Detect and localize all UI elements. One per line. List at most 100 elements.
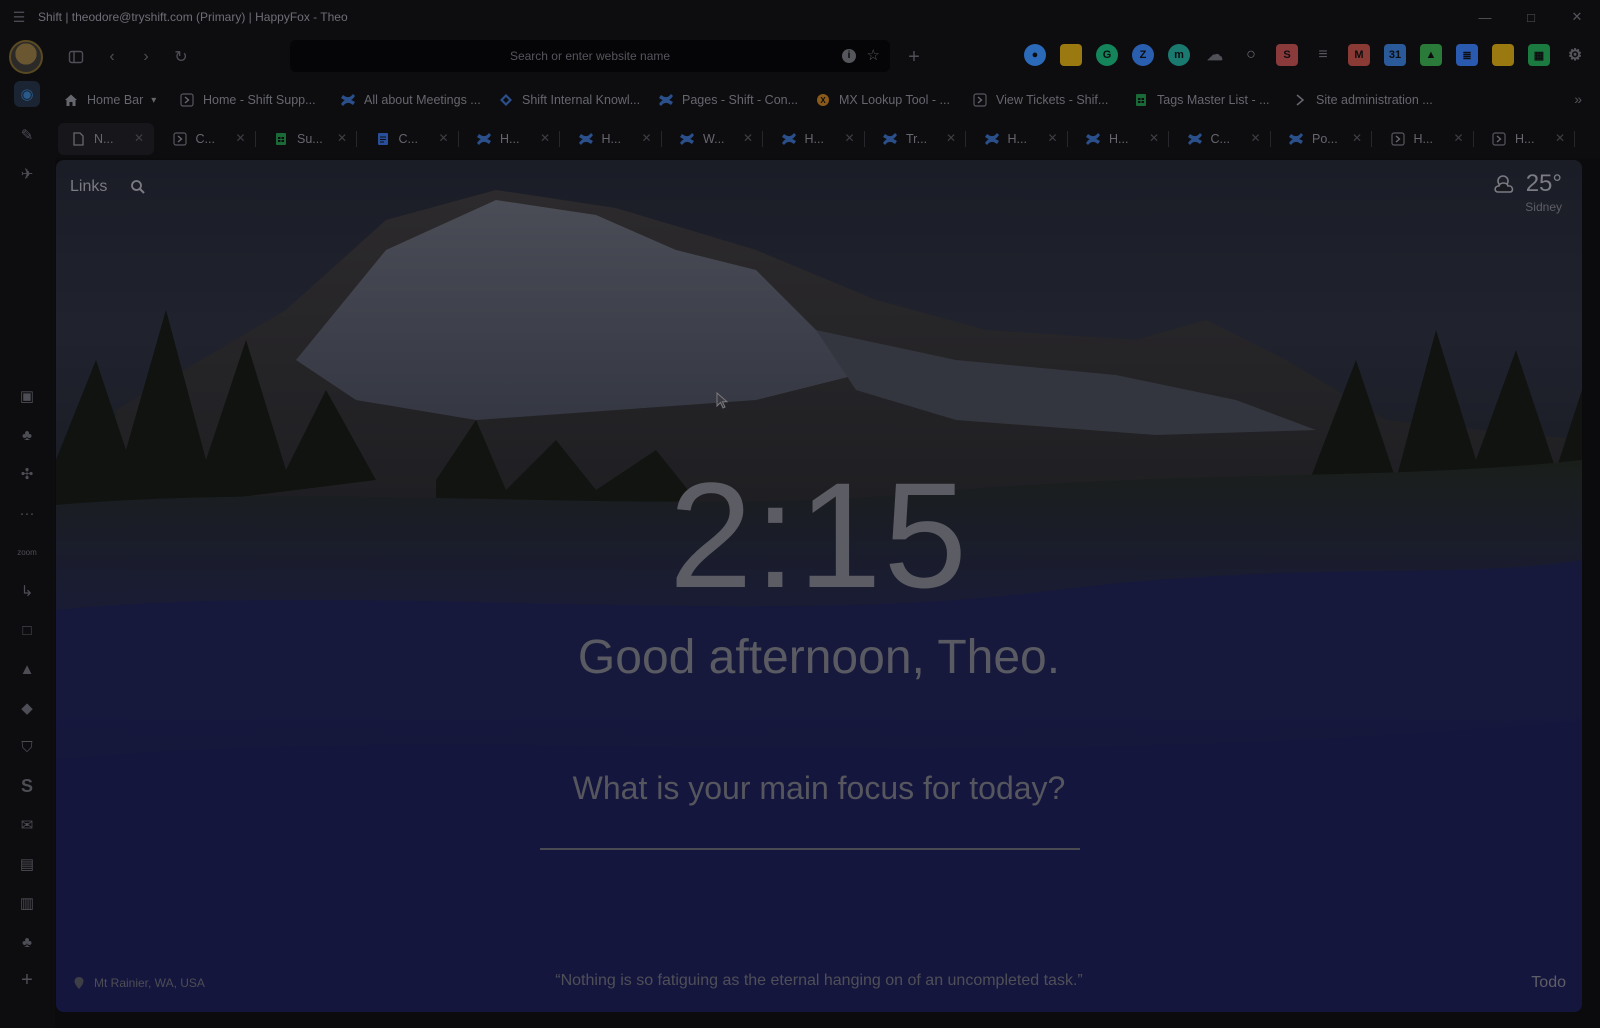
tab-close-icon[interactable]: ✕ [235, 131, 245, 145]
tab-0[interactable]: N... ✕ [58, 123, 154, 155]
confluence-icon [781, 131, 797, 147]
tab-close-icon[interactable]: ✕ [438, 131, 448, 145]
s-icon[interactable]: S [14, 773, 40, 799]
more-dots-icon[interactable]: ··· [14, 500, 40, 526]
tab-6[interactable]: W... ✕ [667, 123, 763, 155]
tab-3[interactable]: C... ✕ [363, 123, 459, 155]
calendar-icon[interactable]: 31 [1384, 44, 1406, 66]
add-app-icon[interactable]: + [14, 967, 40, 993]
bookmark-1[interactable]: Home - Shift Supp... [179, 80, 316, 120]
tab-12[interactable]: Po... ✕ [1276, 123, 1372, 155]
bookmark-8[interactable]: Site administration ... [1292, 80, 1433, 120]
doc-icon[interactable]: ▤ [14, 851, 40, 877]
tab-separator [254, 131, 256, 147]
bookmark-label: Pages - Shift - Con... [682, 93, 799, 107]
gmail-icon[interactable]: M [1348, 44, 1370, 66]
tab-11[interactable]: C... ✕ [1175, 123, 1271, 155]
tab-close-icon[interactable]: ✕ [1047, 131, 1057, 145]
tab-1[interactable]: C... ✕ [160, 123, 256, 155]
home-bar-dropdown-icon[interactable]: ▾ [151, 95, 156, 106]
zoom-icon[interactable]: Z [1132, 44, 1154, 66]
hamburger-menu-icon[interactable]: ☰ [0, 9, 38, 26]
bookmarks-overflow-icon[interactable]: » [1574, 91, 1582, 107]
tab-close-icon[interactable]: ✕ [1352, 131, 1362, 145]
square-icon[interactable]: □ [14, 617, 40, 643]
pin-icon[interactable]: ✎ [14, 122, 40, 148]
bookmark-star-icon[interactable]: ☆ [867, 46, 880, 64]
tab-close-icon[interactable]: ✕ [1555, 131, 1565, 145]
google-workspace-icon[interactable]: ● [1024, 44, 1046, 66]
drive-icon[interactable]: ▲ [14, 656, 40, 682]
shield-icon[interactable]: ⛉ [14, 734, 40, 760]
tab-close-icon[interactable]: ✕ [743, 131, 753, 145]
search-icon[interactable] [130, 179, 146, 195]
sidebar-toggle-icon[interactable] [65, 46, 87, 68]
tab-9[interactable]: H... ✕ [972, 123, 1068, 155]
tab-close-icon[interactable]: ✕ [1453, 131, 1463, 145]
gmail-square-icon[interactable]: ▣ [14, 383, 40, 409]
bookmark-7[interactable]: Tags Master List - ... [1133, 80, 1270, 120]
daily-quote[interactable]: “Nothing is so fatiguing as the eternal … [56, 972, 1582, 990]
tab-close-icon[interactable]: ✕ [1149, 131, 1159, 145]
tab-close-icon[interactable]: ✕ [540, 131, 550, 145]
people-icon[interactable]: ♣ [14, 422, 40, 448]
tab-2[interactable]: Su... ✕ [261, 123, 357, 155]
rocket-icon[interactable]: ✈ [14, 161, 40, 187]
bookmark-2[interactable]: All about Meetings ... [340, 80, 481, 120]
tab-close-icon[interactable]: ✕ [1250, 131, 1260, 145]
shift-hook-icon[interactable]: ↳ [14, 578, 40, 604]
weather-widget[interactable]: 25° Sidney [1492, 170, 1562, 214]
reload-icon[interactable]: ↻ [170, 46, 192, 68]
account-avatar[interactable] [9, 40, 43, 74]
tab-close-icon[interactable]: ✕ [337, 131, 347, 145]
minimize-button[interactable]: — [1462, 0, 1508, 34]
sheets-icon[interactable]: ▦ [1528, 44, 1550, 66]
tab-close-icon[interactable]: ✕ [641, 131, 651, 145]
tab-5[interactable]: H... ✕ [566, 123, 662, 155]
bookmark-3[interactable]: Shift Internal Knowl... [498, 80, 640, 120]
drive-icon[interactable]: ▲ [1420, 44, 1442, 66]
back-icon[interactable]: ‹ [101, 46, 123, 68]
site-info-icon[interactable]: i [842, 49, 856, 63]
meet-icon[interactable]: m [1168, 44, 1190, 66]
tab-14[interactable]: H... ✕ [1479, 123, 1575, 155]
doc2-icon[interactable]: ▥ [14, 890, 40, 916]
keep-icon[interactable] [1492, 44, 1514, 66]
slack-icon[interactable]: ✣ [14, 461, 40, 487]
partly-cloudy-icon [1494, 175, 1513, 193]
docs-icon[interactable]: ≣ [1456, 44, 1478, 66]
sticky-note-icon[interactable] [1060, 44, 1082, 66]
tab-7[interactable]: H... ✕ [769, 123, 865, 155]
bookmark-6[interactable]: View Tickets - Shif... [972, 80, 1108, 120]
grammarly-icon[interactable]: G [1096, 44, 1118, 66]
maximize-button[interactable]: □ [1508, 0, 1554, 34]
tab-close-icon[interactable]: ✕ [844, 131, 854, 145]
bookmark-4[interactable]: Pages - Shift - Con... [658, 80, 798, 120]
record-icon[interactable]: ○ [1240, 44, 1262, 66]
bookmark-0[interactable]: Home Bar ▾ [63, 80, 156, 120]
red-ext-icon[interactable]: S [1276, 44, 1298, 66]
bookmark-5[interactable]: X MX Lookup Tool - ... [815, 80, 950, 120]
focus-input[interactable] [540, 810, 1080, 850]
url-input[interactable] [380, 49, 800, 63]
tab-8[interactable]: Tr... ✕ [870, 123, 966, 155]
google-workspace-icon[interactable]: ◉ [14, 81, 40, 107]
tab-close-icon[interactable]: ✕ [946, 131, 956, 145]
tab-10[interactable]: H... ✕ [1073, 123, 1169, 155]
links-button[interactable]: Links [70, 178, 107, 196]
layers-icon[interactable]: ≡ [1312, 44, 1334, 66]
people2-icon[interactable]: ♣ [14, 929, 40, 955]
new-tab-button[interactable]: + [903, 46, 925, 68]
tab-label: H... [1109, 132, 1129, 146]
tab-13[interactable]: H... ✕ [1378, 123, 1474, 155]
settings-icon[interactable]: ⚙ [1564, 44, 1586, 66]
close-window-button[interactable]: ✕ [1554, 0, 1600, 34]
tab-4[interactable]: H... ✕ [464, 123, 560, 155]
todo-button[interactable]: Todo [1531, 974, 1566, 992]
tab-close-icon[interactable]: ✕ [134, 131, 144, 145]
mail-icon[interactable]: ✉ [14, 812, 40, 838]
forward-icon[interactable]: › [135, 46, 157, 68]
cloud-icon[interactable]: ☁ [1204, 44, 1226, 66]
zoom-text-icon[interactable]: zoom [14, 539, 40, 565]
diamond-icon[interactable]: ◆ [14, 695, 40, 721]
